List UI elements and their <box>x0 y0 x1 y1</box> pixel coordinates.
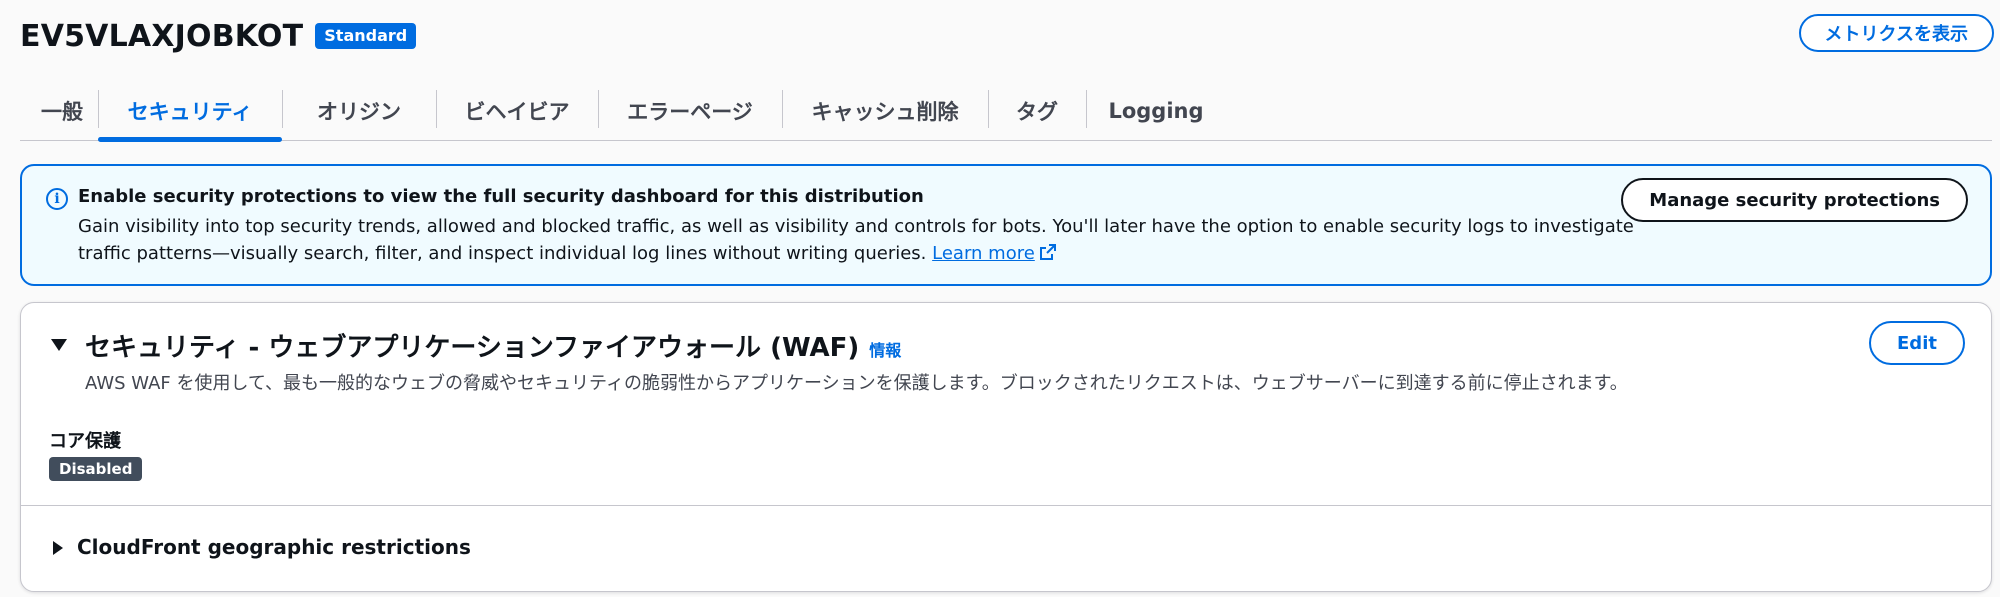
alert-title: Enable security protections to view the … <box>78 186 924 207</box>
status-badge: Disabled <box>49 457 143 481</box>
tab-error-pages[interactable]: エラーページ <box>598 82 782 140</box>
waf-container: セキュリティ - ウェブアプリケーションファイアウォール (WAF) 情報 AW… <box>20 302 1992 592</box>
tab-tags[interactable]: タグ <box>988 82 1086 140</box>
info-link[interactable]: 情報 <box>869 337 901 361</box>
view-metrics-button[interactable]: メトリクスを表示 <box>1798 14 1994 52</box>
page-title: EV5VLAXJOBKOT <box>20 18 304 54</box>
tab-origins[interactable]: オリジン <box>282 82 436 140</box>
waf-description: AWS WAF を使用して、最も一般的なウェブの脅威やセキュリティの脆弱性からア… <box>85 373 1628 394</box>
caret-right-icon[interactable] <box>53 541 63 555</box>
divider <box>21 505 1991 506</box>
page-header: EV5VLAXJOBKOT Standard <box>20 16 417 56</box>
waf-title: セキュリティ - ウェブアプリケーションファイアウォール (WAF) 情報 <box>85 327 901 364</box>
tab-security[interactable]: セキュリティ <box>98 82 282 142</box>
caret-down-icon[interactable] <box>51 339 67 351</box>
tab-bar: 一般 セキュリティ オリジン ビヘイビア エラーページ キャッシュ削除 タグ L… <box>20 82 1992 142</box>
tier-badge: Standard <box>315 23 417 49</box>
alert-body-text: Gain visibility into top security trends… <box>78 216 1634 264</box>
manage-security-protections-button[interactable]: Manage security protections <box>1621 178 1968 222</box>
page: EV5VLAXJOBKOT Standard メトリクスを表示 一般 セキュリテ… <box>0 0 2000 597</box>
tab-general[interactable]: 一般 <box>20 82 98 140</box>
tab-behaviors[interactable]: ビヘイビア <box>436 82 598 140</box>
learn-more-link[interactable]: Learn more <box>932 243 1057 264</box>
info-circle-icon: i <box>46 188 68 210</box>
alert-body: Gain visibility into top security trends… <box>78 213 1638 267</box>
core-protection-label: コア保護 <box>49 431 121 452</box>
external-link-icon <box>1039 244 1056 260</box>
learn-more-label: Learn more <box>932 243 1035 264</box>
geo-restrictions-header[interactable]: CloudFront geographic restrictions <box>77 535 471 559</box>
edit-button[interactable]: Edit <box>1869 321 1965 365</box>
tab-logging[interactable]: Logging <box>1086 82 1226 140</box>
security-info-alert: i Enable security protections to view th… <box>20 164 1992 286</box>
tab-invalidations[interactable]: キャッシュ削除 <box>782 82 988 140</box>
waf-title-text: セキュリティ - ウェブアプリケーションファイアウォール (WAF) <box>85 333 860 363</box>
